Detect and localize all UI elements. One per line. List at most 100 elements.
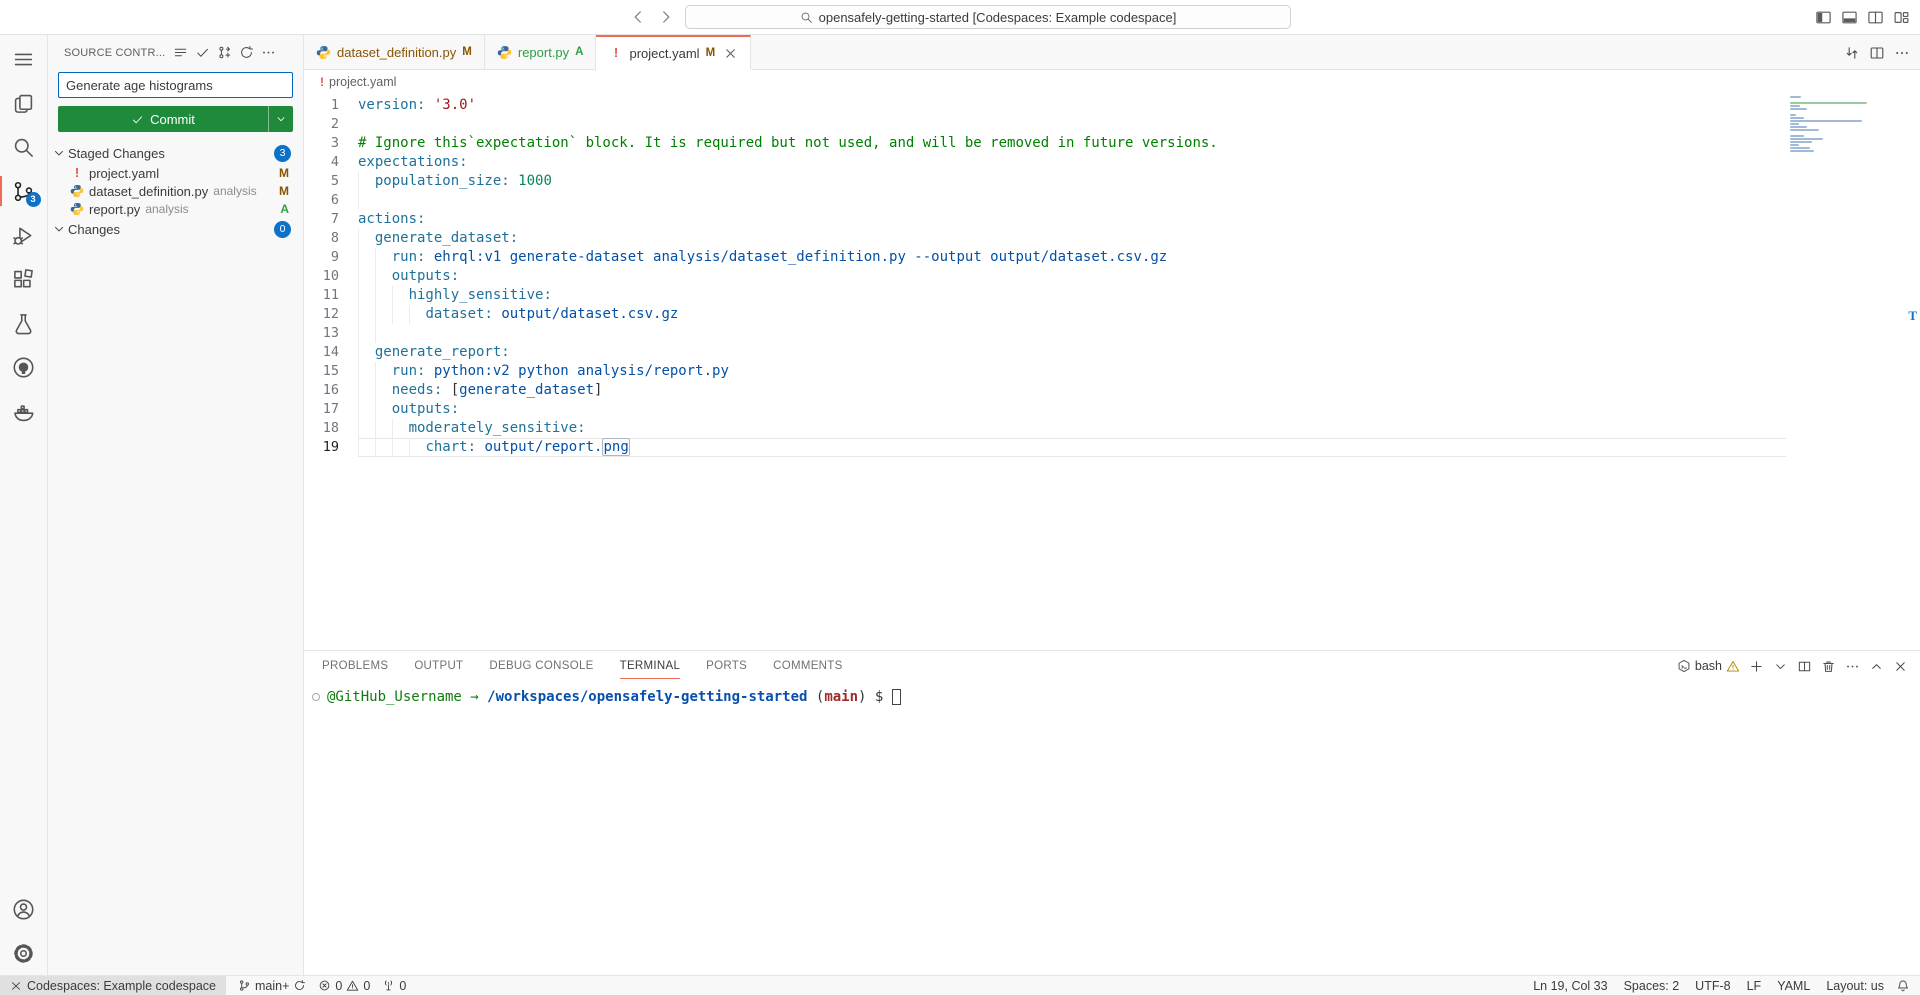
split-editor-layout-icon[interactable]: [1867, 9, 1884, 26]
more-actions-button[interactable]: [261, 45, 276, 60]
line-number: 8: [304, 229, 358, 248]
git-status-letter: A: [575, 46, 583, 58]
ports-status[interactable]: 0: [382, 979, 406, 993]
indent-guide: [392, 438, 393, 457]
indent-guide: [358, 419, 359, 438]
line-number: 12: [304, 305, 358, 324]
terminal-dropdown-button[interactable]: [1773, 659, 1788, 674]
kill-terminal-button[interactable]: [1821, 659, 1836, 674]
toggle-panel-icon[interactable]: [1841, 9, 1858, 26]
activity-item-extensions[interactable]: [0, 257, 48, 301]
section-staged-changes[interactable]: Staged Changes3: [48, 142, 303, 164]
open-changes-button[interactable]: [1844, 45, 1860, 61]
toggle-primary-sidebar-icon[interactable]: [1815, 9, 1832, 26]
panel-tab-terminal[interactable]: TERMINAL: [620, 653, 681, 679]
activity-bar: 3: [0, 35, 48, 975]
close-panel-button[interactable]: [1893, 659, 1908, 674]
git-status-letter: M: [279, 184, 289, 198]
problems-status[interactable]: 0 0: [318, 979, 370, 993]
activity-item-accounts[interactable]: [0, 887, 48, 931]
split-editor-button[interactable]: [1869, 45, 1885, 61]
language-mode[interactable]: YAML: [1769, 979, 1818, 993]
split-terminal-button[interactable]: [1797, 659, 1812, 674]
tab-project.yaml[interactable]: !project.yamlM: [596, 35, 751, 69]
activity-item-explorer[interactable]: [0, 81, 48, 125]
indent-guide: [375, 248, 376, 267]
staged-file-row[interactable]: !project.yamlM: [48, 164, 303, 182]
line-number: 2: [304, 115, 358, 134]
activity-item-source-control[interactable]: 3: [0, 169, 48, 213]
indent-guide: [358, 343, 359, 362]
keyboard-layout[interactable]: Layout: us: [1818, 979, 1892, 993]
panel-tab-output[interactable]: OUTPUT: [414, 653, 463, 679]
python-file-icon: [70, 184, 84, 198]
code-line: 5 population_size: 1000: [304, 172, 1920, 191]
code-line: 7actions:: [304, 210, 1920, 229]
indentation[interactable]: Spaces: 2: [1616, 979, 1688, 993]
commit-check-button[interactable]: [195, 45, 210, 60]
back-arrow-icon[interactable]: [629, 8, 647, 26]
terminal-shell-chip[interactable]: bash: [1677, 659, 1740, 673]
staged-file-row[interactable]: dataset_definition.pyanalysisM: [48, 182, 303, 200]
activity-item-search[interactable]: [0, 125, 48, 169]
menu-icon: [12, 48, 35, 71]
code-line: 8 generate_dataset:: [304, 229, 1920, 248]
breadcrumb[interactable]: ! project.yaml: [304, 70, 1920, 94]
line-content: [358, 115, 1920, 134]
eol[interactable]: LF: [1739, 979, 1770, 993]
minimap[interactable]: [1790, 96, 1876, 153]
encoding[interactable]: UTF-8: [1687, 979, 1738, 993]
staged-file-row[interactable]: report.pyanalysisA: [48, 200, 303, 218]
tree-chevron-icon: [52, 222, 66, 236]
more-actions-button[interactable]: [1845, 659, 1860, 674]
command-center-search[interactable]: opensafely-getting-started [Codespaces: …: [685, 5, 1291, 29]
maximize-panel-button[interactable]: [1869, 659, 1884, 674]
more-actions-button[interactable]: [1894, 45, 1910, 61]
activity-item-run-and-debug[interactable]: [0, 213, 48, 257]
refresh-button[interactable]: [239, 45, 254, 60]
source-control-sidebar: SOURCE CONTR... Commit Staged Changes3!p…: [48, 35, 304, 975]
badge: 3: [26, 192, 41, 207]
notifications-bell-icon[interactable]: [1896, 979, 1910, 993]
activity-item-docker[interactable]: [0, 389, 48, 433]
customize-layout-icon[interactable]: [1893, 9, 1910, 26]
commit-dropdown-button[interactable]: [268, 106, 293, 132]
tab-report.py[interactable]: report.pyA: [485, 35, 597, 69]
view-git-graph-button[interactable]: [217, 45, 232, 60]
activity-item-testing[interactable]: [0, 301, 48, 345]
code-line: 18 moderately_sensitive:: [304, 419, 1920, 438]
branch-status[interactable]: main+: [238, 979, 306, 993]
code-editor[interactable]: 1version: '3.0'23# Ignore this`expectati…: [304, 94, 1920, 650]
commit-message-input[interactable]: [58, 72, 293, 98]
panel-tab-ports[interactable]: PORTS: [706, 653, 747, 679]
indent-guide: [358, 248, 359, 267]
indent-guide: [375, 305, 376, 324]
section-changes[interactable]: Changes0: [48, 218, 303, 240]
indent-guide: [358, 381, 359, 400]
activity-item-github[interactable]: [0, 345, 48, 389]
forward-arrow-icon[interactable]: [657, 8, 675, 26]
close-icon[interactable]: [723, 46, 738, 61]
cursor-position[interactable]: Ln 19, Col 33: [1525, 979, 1615, 993]
run-and-debug-icon: [12, 224, 35, 247]
line-number: 11: [304, 286, 358, 305]
changes-tree: Staged Changes3!project.yamlMdataset_def…: [48, 142, 303, 240]
panel-tab-problems[interactable]: PROBLEMS: [322, 653, 388, 679]
indent-guide: [358, 229, 359, 248]
panel-tab-debug-console[interactable]: DEBUG CONSOLE: [489, 653, 593, 679]
activity-item-settings[interactable]: [0, 931, 48, 975]
remote-indicator[interactable]: Codespaces: Example codespace: [0, 976, 226, 995]
view-and-sort-button[interactable]: [173, 45, 188, 60]
activity-item-menu[interactable]: [0, 37, 48, 81]
new-terminal-button[interactable]: [1749, 659, 1764, 674]
commit-button[interactable]: Commit: [58, 106, 268, 132]
line-content: run: python:v2 python analysis/report.py: [358, 362, 1920, 381]
layout-controls: [1815, 0, 1910, 35]
panel-tab-comments[interactable]: COMMENTS: [773, 653, 842, 679]
tab-dataset_definition.py[interactable]: dataset_definition.pyM: [304, 35, 485, 69]
git-status-letter: M: [706, 47, 716, 59]
indent-guide: [358, 400, 359, 419]
section-count-badge: 0: [274, 221, 291, 238]
indent-guide: [392, 419, 393, 438]
terminal[interactable]: @GitHub_Username → /workspaces/opensafel…: [304, 681, 1920, 975]
